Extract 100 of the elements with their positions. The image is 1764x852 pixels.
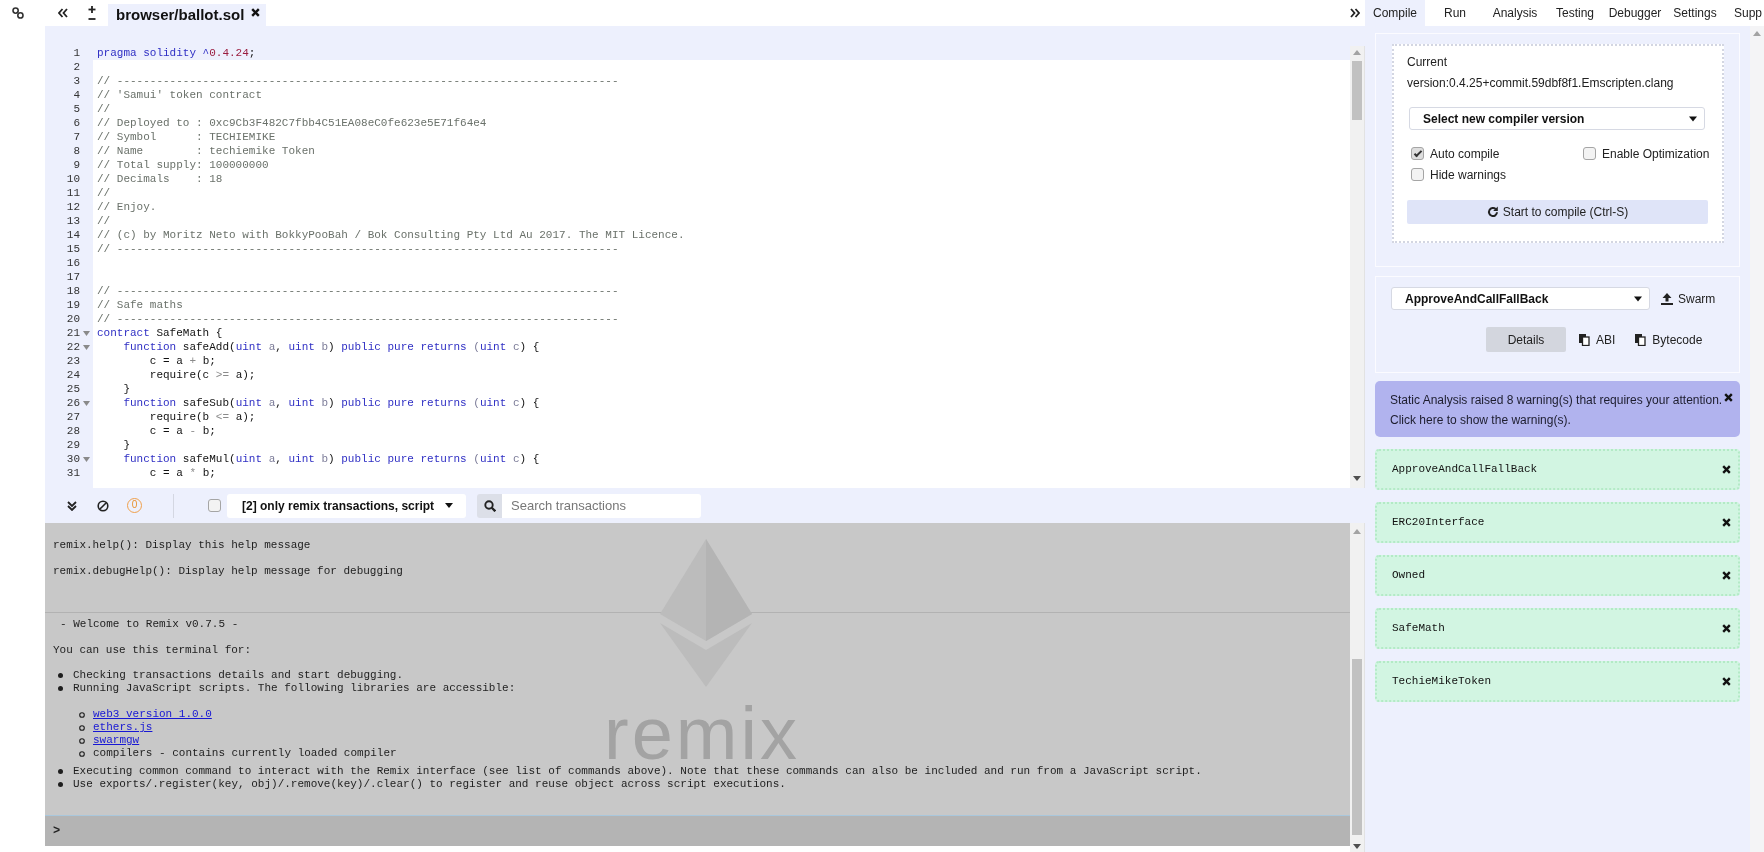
transaction-filter-dropdown[interactable]: [2] only remix transactions, script <box>227 493 466 518</box>
close-icon[interactable] <box>1724 393 1733 402</box>
toolbar-checkbox[interactable] <box>208 499 221 512</box>
terminal-text: Running JavaScript scripts. The following libraries are accessible: <box>73 682 516 695</box>
dropdown-caret-icon <box>1689 115 1697 122</box>
code-line: require(b <= a); <box>149 411 256 423</box>
terminal-text: Checking transactions details and start debugging. <box>73 669 404 682</box>
line-number: 8 <box>73 144 80 158</box>
circle-slash-icon[interactable] <box>97 499 109 512</box>
scrollbar-thumb[interactable] <box>1352 659 1362 835</box>
fold-arrow-icon[interactable] <box>83 400 90 406</box>
code-line: // <box>97 187 111 199</box>
code-line: function safeAdd(uint a, uint b) public pure returns (uint c) { <box>123 341 540 353</box>
line-number: 1 <box>73 46 80 60</box>
line-number: 3 <box>73 74 80 88</box>
close-icon[interactable] <box>1722 677 1731 686</box>
compiled-contract-item[interactable]: Owned <box>1375 555 1740 596</box>
line-number: 2 <box>73 60 80 74</box>
search-icon <box>483 499 496 512</box>
alert-message[interactable]: Click here to show the warning(s). <box>1390 410 1724 430</box>
double-chevron-down-icon[interactable] <box>67 500 77 511</box>
close-icon[interactable] <box>1722 624 1731 633</box>
code-line: // 'Samui' token contract <box>97 89 263 101</box>
library-link[interactable]: ethers.js <box>93 721 153 734</box>
double-chevron-right-icon[interactable] <box>1350 8 1360 18</box>
close-icon[interactable] <box>1722 465 1731 474</box>
code-line: // Total supply: 100000000 <box>97 159 269 171</box>
bullet-icon <box>58 686 63 691</box>
scrollbar-thumb[interactable] <box>1352 61 1362 120</box>
library-link[interactable]: swarmgw <box>93 734 140 747</box>
code-line: // ---------------------------------------------------------------------------- <box>97 313 619 325</box>
fold-arrow-icon[interactable] <box>83 456 90 462</box>
compiler-version-select[interactable]: Select new compiler version <box>1409 107 1705 130</box>
compile-button[interactable]: Start to compile (Ctrl-S) <box>1407 200 1708 224</box>
line-number: 31 <box>66 466 80 480</box>
panel-tab[interactable]: Compile <box>1365 0 1425 26</box>
circle-bullet-icon <box>79 750 85 757</box>
option-label[interactable]: Hide warnings <box>1430 165 1507 184</box>
search-button[interactable] <box>477 493 502 518</box>
option-label[interactable]: Auto compile <box>1430 144 1500 163</box>
copy-button[interactable]: ABI <box>1579 330 1616 349</box>
compiled-contract-item[interactable]: TechieMikeToken <box>1375 661 1740 702</box>
line-number: 26 <box>66 396 80 410</box>
code-line: // <box>97 215 111 227</box>
command-input-field[interactable]: > <box>45 815 1350 846</box>
scroll-down-arrow-icon[interactable] <box>1353 476 1361 481</box>
circle-bullet-icon <box>79 724 85 731</box>
code-line: c = a - b; <box>149 425 216 437</box>
code-line: // Deployed to : 0xc9Cb3F482C7fbb4C51EA08eC0fe623e5E71f64e4 <box>97 117 487 129</box>
code-line: // <box>97 103 111 115</box>
line-number: 4 <box>73 88 80 102</box>
publish-button[interactable]: Swarm <box>1661 289 1716 308</box>
dropdown-caret-icon <box>1634 295 1642 302</box>
code-line: pragma solidity ^0.4.24; <box>97 47 256 59</box>
search-transactions-field[interactable]: Search transactions <box>502 493 701 518</box>
code-line: c = a + b; <box>149 355 216 367</box>
option-checkbox[interactable] <box>1411 168 1424 181</box>
compiler-version-text: version:0.4.25+commit.59dbf8f1.Emscripten.clang <box>1407 75 1675 92</box>
circle-bullet-icon <box>79 737 85 744</box>
code-line: // Symbol : TECHIEMIKE <box>97 131 276 143</box>
close-icon[interactable] <box>1722 518 1731 527</box>
scrollbar-track[interactable] <box>1350 523 1365 852</box>
compiled-contract-item[interactable]: ApproveAndCallFallBack <box>1375 449 1740 490</box>
terminal-text: remix.help(): Display this help message <box>53 538 311 552</box>
copy-button[interactable]: Bytecode <box>1635 330 1703 349</box>
scrollbar-track[interactable] <box>1750 26 1764 852</box>
line-number: 25 <box>66 382 80 396</box>
linked-rings-icon[interactable] <box>12 7 24 19</box>
library-link[interactable]: web3 version 1.0.0 <box>93 708 212 721</box>
contract-select[interactable]: ApproveAndCallFallBack <box>1391 287 1650 310</box>
option-checkbox[interactable] <box>1411 147 1424 160</box>
bullet-icon <box>58 673 63 678</box>
code-line: // Decimals : 18 <box>97 173 223 185</box>
terminal-text: - Welcome to Remix v0.7.5 - <box>60 617 239 631</box>
fold-arrow-icon[interactable] <box>83 330 90 336</box>
compiled-contract-item[interactable]: SafeMath <box>1375 608 1740 649</box>
code-line: // ---------------------------------------------------------------------------- <box>97 75 619 87</box>
copy-icon <box>1635 333 1647 346</box>
fold-arrow-icon[interactable] <box>83 344 90 350</box>
close-icon[interactable] <box>251 8 261 17</box>
close-icon[interactable] <box>1722 571 1731 580</box>
details-button[interactable]: Details <box>1486 327 1566 352</box>
compiled-contract-item[interactable]: ERC20Interface <box>1375 502 1740 543</box>
line-number: 21 <box>66 326 80 340</box>
plus-minus-icon[interactable] <box>87 5 97 21</box>
current-version-label: Current <box>1407 54 1448 71</box>
file-tab[interactable]: browser/ballot.sol <box>108 4 267 26</box>
line-number: 27 <box>66 410 80 424</box>
line-number: 19 <box>66 298 80 312</box>
scroll-down-arrow-icon[interactable] <box>1353 844 1361 849</box>
line-number: 7 <box>73 130 80 144</box>
code-line: // Enjoy. <box>97 201 157 213</box>
option-checkbox[interactable] <box>1583 147 1596 160</box>
terminal-text: compilers - contains currently loaded compiler <box>93 747 397 760</box>
line-number: 6 <box>73 116 80 130</box>
option-label[interactable]: Enable Optimization <box>1602 144 1710 163</box>
double-chevron-left-icon[interactable] <box>58 8 68 18</box>
scrollbar-track[interactable] <box>1350 46 1365 488</box>
terminal-text: Use exports/.register(key, obj)/.remove(key)/.clear() to register and reuse object across script executions. <box>73 778 786 791</box>
alert-message[interactable]: Static Analysis raised 8 warning(s) that requires your attention. <box>1390 390 1724 410</box>
